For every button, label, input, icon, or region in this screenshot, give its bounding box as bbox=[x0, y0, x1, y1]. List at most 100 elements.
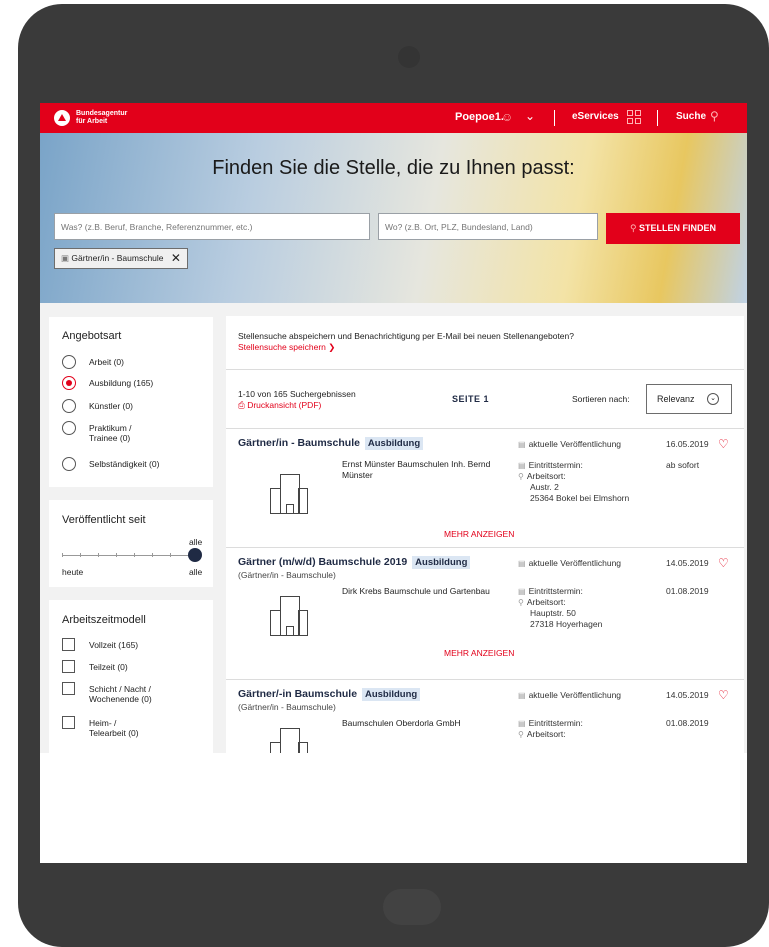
job-card[interactable]: Gärtner/in - Baumschule Ausbildung ▤ aktu… bbox=[226, 429, 744, 547]
start-date-label: ▤ Eintrittstermin: bbox=[518, 586, 583, 596]
job-title[interactable]: Gärtner/-in Baumschule Ausbildung bbox=[238, 688, 421, 701]
radio-label: Selbständigkeit (0) bbox=[89, 459, 160, 469]
print-pdf-label: Druckansicht (PDF) bbox=[247, 400, 322, 410]
result-count: 1-10 von 165 Suchergebnissen bbox=[238, 389, 356, 399]
start-date-label: ▤ Eintrittstermin: bbox=[518, 718, 583, 728]
heart-icon[interactable]: ♡ bbox=[718, 437, 729, 451]
what-input[interactable] bbox=[61, 222, 363, 232]
filter-chip-label: Gärtner/in - Baumschule bbox=[71, 253, 164, 263]
slider-value: alle bbox=[189, 537, 203, 547]
find-jobs-label: STELLEN FINDEN bbox=[639, 223, 717, 233]
job-title[interactable]: Gärtner/in - Baumschule Ausbildung bbox=[238, 437, 424, 450]
radio-selected-icon[interactable] bbox=[62, 376, 76, 390]
angebotsart-title: Angebotsart bbox=[62, 330, 122, 342]
slider-handle[interactable] bbox=[188, 548, 202, 562]
employer-name: Baumschulen Oberdorla GmbH bbox=[342, 718, 461, 728]
screen: Bundesagentur für Arbeit Poepoe1. ☺ ⌄ eS… bbox=[40, 103, 747, 863]
workplace-address: Austr. 2 25364 Bokel bei Elmshorn bbox=[530, 482, 630, 503]
job-title[interactable]: Gärtner (m/w/d) Baumschule 2019 Ausbildu… bbox=[238, 556, 471, 569]
filter-chip[interactable]: ▣ Gärtner/in - Baumschule ✕ bbox=[54, 248, 188, 269]
checkbox-label: Vollzeit (165) bbox=[89, 640, 139, 650]
calendar-icon: ▤ bbox=[518, 559, 526, 568]
page-indicator: SEITE 1 bbox=[452, 394, 490, 404]
radio-icon[interactable] bbox=[62, 421, 76, 435]
checkbox-icon[interactable] bbox=[62, 682, 75, 695]
calendar-icon: ▤ bbox=[518, 719, 526, 728]
briefcase-icon: ▣ bbox=[61, 253, 70, 263]
calendar-icon: ▤ bbox=[518, 461, 526, 470]
checkbox-label: Teilzeit (0) bbox=[89, 662, 128, 672]
published-date: 14.05.2019 bbox=[666, 558, 709, 568]
published-label: ▤ aktuelle Veröffentlichung bbox=[518, 558, 622, 568]
employer-name: Dirk Krebs Baumschule und Gartenbau bbox=[342, 586, 490, 596]
radio-label: Künstler (0) bbox=[89, 401, 133, 411]
divider bbox=[554, 110, 555, 126]
sort-value: Relevanz bbox=[657, 394, 695, 404]
workplace-address: Hauptstr. 50 27318 Hoyerhagen bbox=[530, 608, 603, 629]
sort-label: Sortieren nach: bbox=[572, 394, 630, 404]
job-type-badge: Ausbildung bbox=[364, 437, 424, 450]
chevron-right-icon[interactable]: ❯ bbox=[328, 342, 335, 352]
checkbox-icon[interactable] bbox=[62, 638, 75, 651]
user-icon[interactable]: ☺ bbox=[501, 110, 513, 124]
eservices-link[interactable]: eServices bbox=[572, 111, 619, 122]
job-card[interactable]: Gärtner (m/w/d) Baumschule 2019 Ausbildu… bbox=[226, 548, 744, 666]
radio-label: Ausbildung (165) bbox=[89, 378, 154, 388]
checkbox-label: Schicht / Nacht / Wochenende (0) bbox=[89, 684, 152, 704]
search-icon: ⚲ bbox=[629, 223, 640, 233]
slider-min-label: heute bbox=[62, 567, 84, 577]
radio-label: Arbeit (0) bbox=[89, 357, 124, 367]
home-button[interactable] bbox=[383, 889, 441, 925]
where-field-wrapper bbox=[378, 213, 598, 240]
search-link[interactable]: Suche bbox=[676, 111, 706, 122]
search-hero: Finden Sie die Stelle, die zu Ihnen pass… bbox=[40, 133, 747, 303]
building-icon bbox=[270, 596, 308, 636]
location-pin-icon: ⚲ bbox=[518, 730, 524, 739]
brand-name[interactable]: Bundesagentur für Arbeit bbox=[76, 110, 127, 126]
checkbox-icon[interactable] bbox=[62, 660, 75, 673]
apps-grid-icon[interactable] bbox=[627, 110, 641, 124]
heart-icon[interactable]: ♡ bbox=[718, 556, 729, 570]
ba-logo-icon[interactable] bbox=[54, 110, 70, 126]
sort-select[interactable]: Relevanz ⌄ bbox=[646, 384, 732, 414]
print-pdf-link[interactable]: ⎙ Druckansicht (PDF) bbox=[238, 400, 321, 411]
arbeitszeit-title: Arbeitszeitmodell bbox=[62, 614, 146, 626]
radio-label: Praktikum / Trainee (0) bbox=[89, 423, 132, 443]
job-title-text: Gärtner (m/w/d) Baumschule 2019 bbox=[238, 556, 408, 568]
radio-icon[interactable] bbox=[62, 399, 76, 413]
published-date: 14.05.2019 bbox=[666, 690, 709, 700]
chevron-down-icon[interactable]: ⌄ bbox=[525, 109, 535, 123]
calendar-icon: ▤ bbox=[518, 691, 526, 700]
user-menu-label[interactable]: Poepoe1. bbox=[455, 111, 504, 123]
start-date-value: ab sofort bbox=[666, 460, 700, 470]
slider-track[interactable] bbox=[62, 553, 192, 557]
radio-icon[interactable] bbox=[62, 457, 76, 471]
start-date-value: 01.08.2019 bbox=[666, 718, 709, 728]
top-bar: Bundesagentur für Arbeit Poepoe1. ☺ ⌄ eS… bbox=[40, 103, 747, 133]
workplace-label: ⚲ Arbeitsort: bbox=[518, 729, 566, 739]
job-subtitle: (Gärtner/in - Baumschule) bbox=[238, 702, 336, 712]
save-search-link[interactable]: Stellensuche speichern bbox=[238, 342, 326, 352]
find-jobs-button[interactable]: ⚲ STELLEN FINDEN bbox=[606, 213, 740, 244]
close-icon[interactable]: ✕ bbox=[171, 251, 181, 265]
building-icon bbox=[270, 474, 308, 514]
start-date-value: 01.08.2019 bbox=[666, 586, 709, 596]
employer-name: Ernst Münster Baumschulen Inh. Bernd Mün… bbox=[342, 459, 491, 480]
search-icon[interactable]: ⚲ bbox=[710, 109, 719, 123]
show-more-link[interactable]: MEHR ANZEIGEN bbox=[444, 529, 514, 539]
brand-line2: für Arbeit bbox=[76, 118, 108, 125]
heart-icon[interactable]: ♡ bbox=[718, 688, 729, 702]
job-title-text: Gärtner/in - Baumschule bbox=[238, 437, 360, 449]
job-type-badge: Ausbildung bbox=[412, 556, 471, 569]
workplace-label: ⚲ Arbeitsort: bbox=[518, 471, 566, 481]
where-input[interactable] bbox=[385, 222, 591, 232]
radio-icon[interactable] bbox=[62, 355, 76, 369]
location-pin-icon: ⚲ bbox=[518, 598, 524, 607]
brand-line1: Bundesagentur bbox=[76, 110, 128, 117]
checkbox-icon[interactable] bbox=[62, 716, 75, 729]
start-date-label: ▤ Eintrittstermin: bbox=[518, 460, 583, 470]
save-search-text: Stellensuche abspeichern und Benachricht… bbox=[238, 331, 574, 341]
show-more-link[interactable]: MEHR ANZEIGEN bbox=[444, 648, 514, 658]
divider bbox=[657, 110, 658, 126]
published-since-title: Veröffentlicht seit bbox=[62, 514, 146, 526]
